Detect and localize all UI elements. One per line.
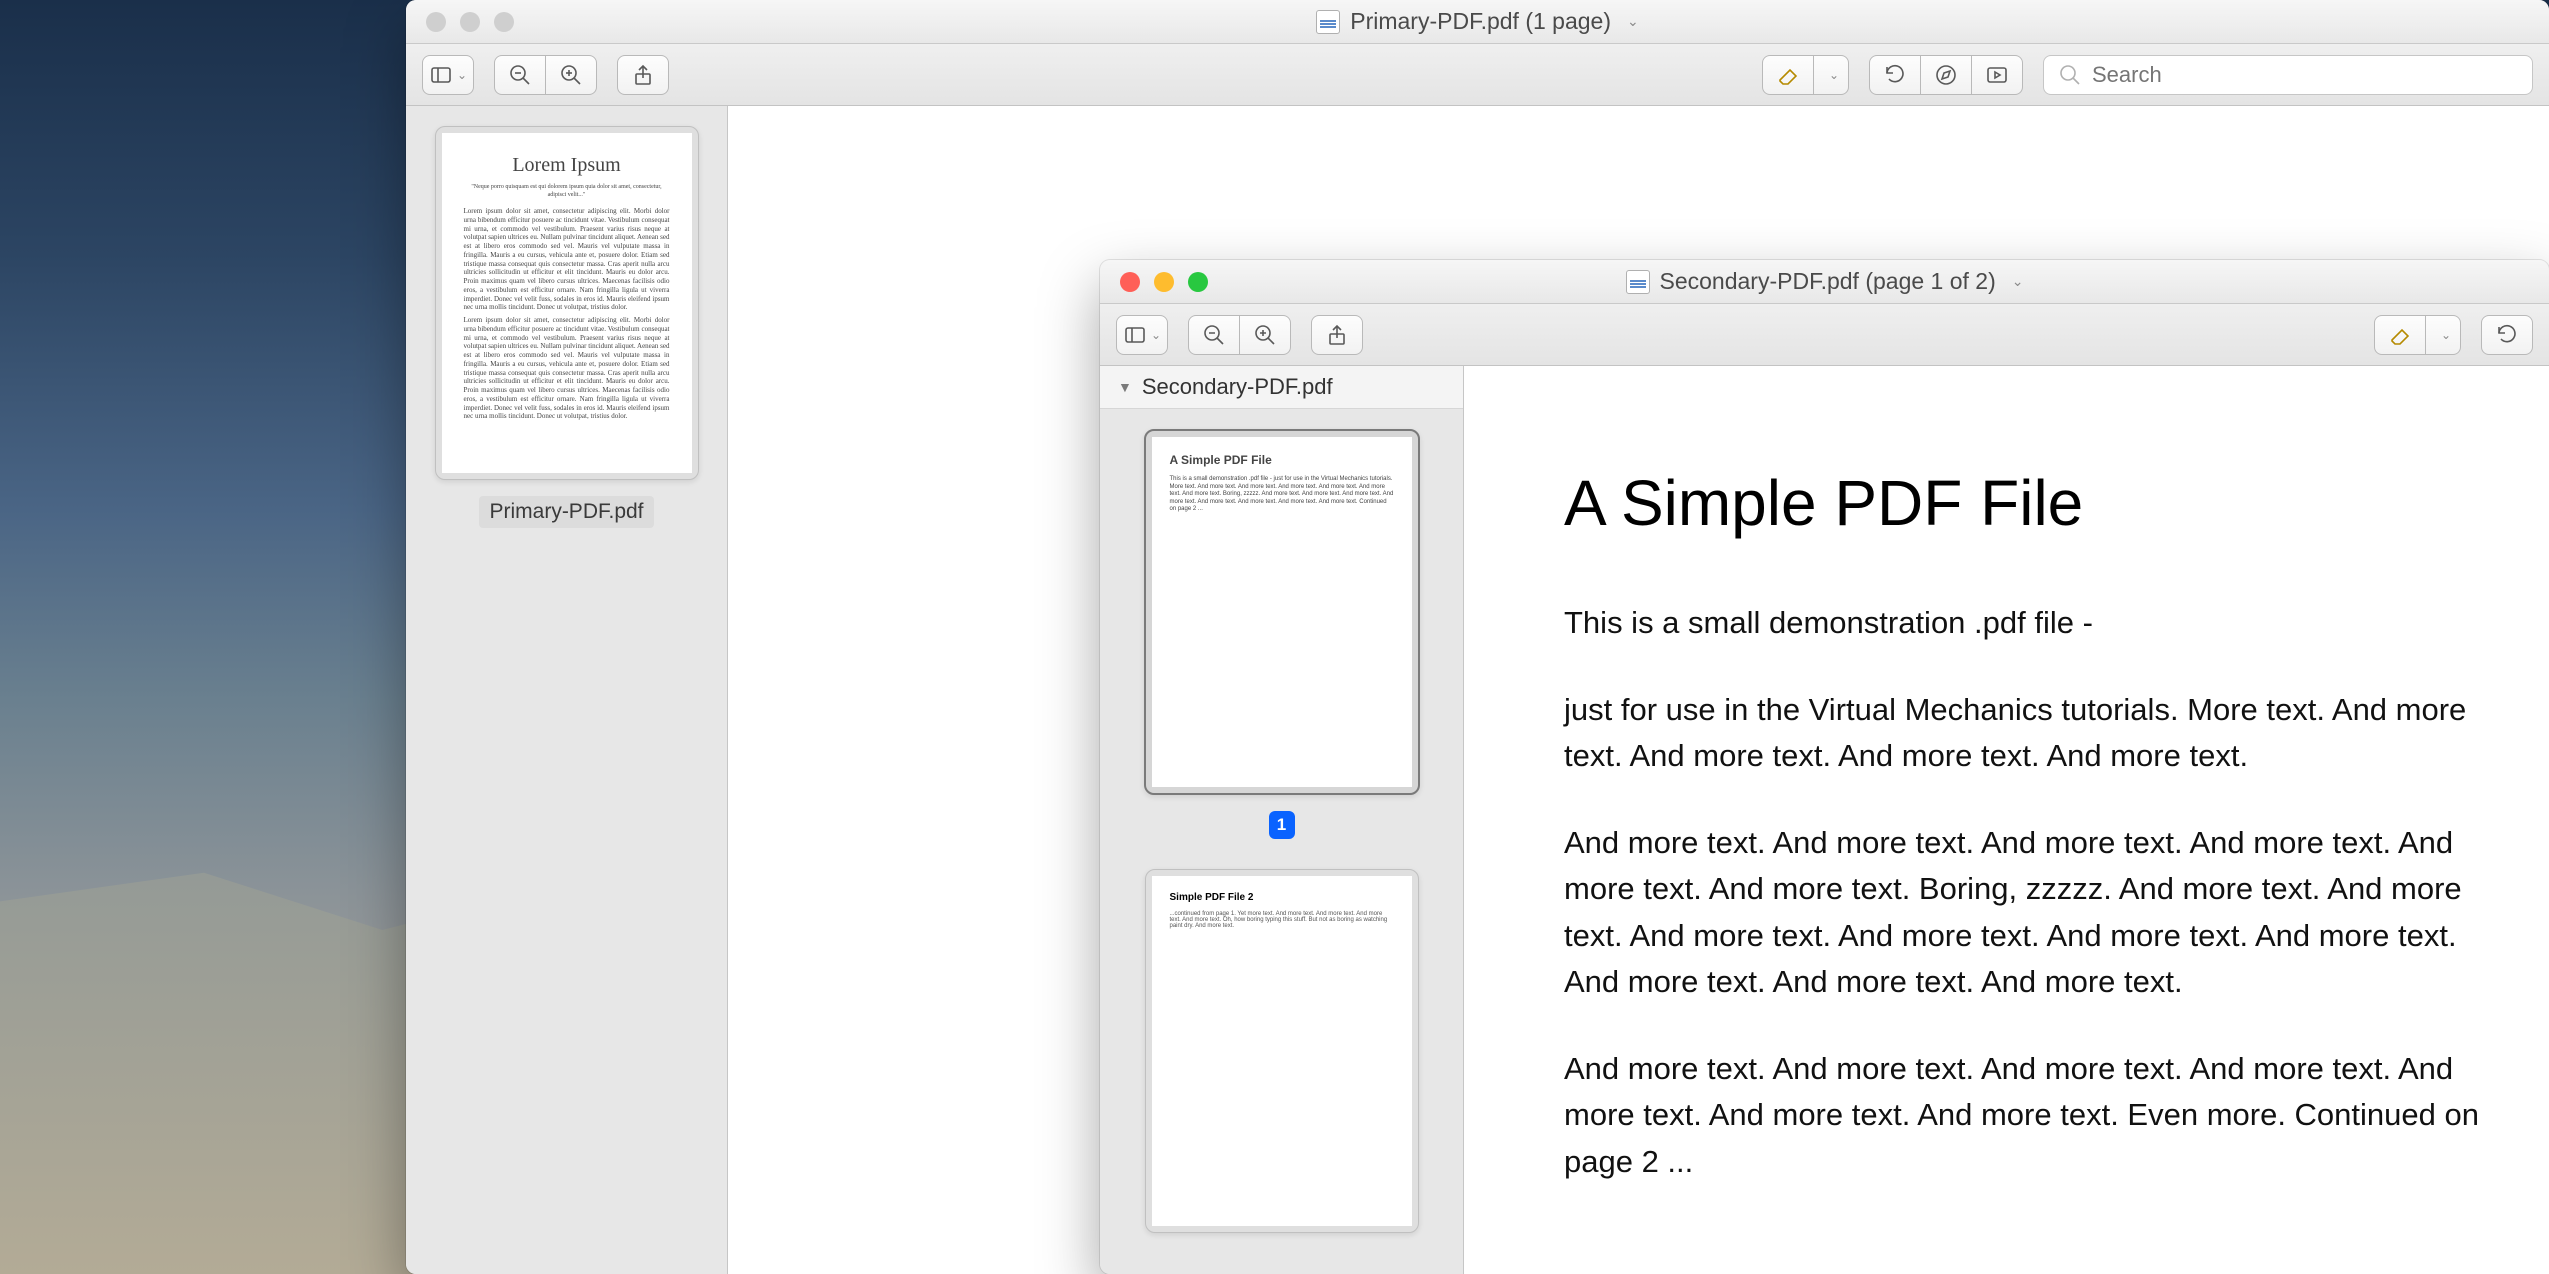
search-icon [2058, 63, 2082, 87]
sidebar-primary: Lorem Ipsum "Neque porro quisquam est qu… [406, 106, 728, 1274]
maximize-button[interactable] [1188, 272, 1208, 292]
window-secondary-pdf: Secondary-PDF.pdf (page 1 of 2) ⌄ ⌄ [1100, 260, 2549, 1274]
zoom-in-button[interactable] [545, 55, 597, 95]
highlight-button[interactable] [2374, 315, 2426, 355]
content-area-secondary: ▼ Secondary-PDF.pdf A Simple PDF File Th… [1100, 366, 2549, 1274]
thumb-body: Lorem ipsum dolor sit amet, consectetur … [464, 207, 670, 312]
traffic-lights [426, 12, 514, 32]
maximize-button[interactable] [494, 12, 514, 32]
thumbnail-page-1[interactable]: Lorem Ipsum "Neque porro quisquam est qu… [435, 126, 699, 480]
zoom-out-button[interactable] [494, 55, 546, 95]
close-button[interactable] [426, 12, 446, 32]
minimize-button[interactable] [1154, 272, 1174, 292]
document-paragraph: And more text. And more text. And more t… [1564, 820, 2499, 1006]
thumb-heading: A Simple PDF File [1170, 453, 1394, 468]
sidebar-secondary: ▼ Secondary-PDF.pdf A Simple PDF File Th… [1100, 366, 1464, 1274]
document-paragraph: And more text. And more text. And more t… [1564, 1046, 2499, 1186]
chevron-down-icon: ⌄ [2012, 273, 2024, 290]
sidebar-file-header[interactable]: ▼ Secondary-PDF.pdf [1100, 366, 1463, 409]
sidebar-toggle-button[interactable]: ⌄ [422, 55, 474, 95]
document-heading: A Simple PDF File [1564, 466, 2499, 540]
thumbnail-page-1[interactable]: A Simple PDF File This is a small demons… [1144, 429, 1420, 795]
thumb-tagline: "Neque porro quisquam est qui dolorem ip… [464, 184, 670, 199]
thumbnail-label: Primary-PDF.pdf [479, 496, 653, 528]
markup-button[interactable] [1920, 55, 1972, 95]
window-title: Primary-PDF.pdf (1 page) [1350, 8, 1611, 35]
toolbar-primary: ⌄ ⌄ [406, 44, 2549, 106]
chevron-down-icon: ⌄ [1829, 68, 1839, 82]
zoom-in-button[interactable] [1239, 315, 1291, 355]
search-input[interactable] [2092, 62, 2518, 88]
slideshow-button[interactable] [1971, 55, 2023, 95]
chevron-down-icon: ⌄ [457, 68, 467, 82]
thumbnail-page-2[interactable]: Simple PDF File 2 ...continued from page… [1145, 869, 1419, 1233]
thumb-body: ...continued from page 1. Yet more text.… [1170, 911, 1394, 929]
minimize-button[interactable] [460, 12, 480, 32]
window-title: Secondary-PDF.pdf (page 1 of 2) [1660, 268, 1996, 295]
share-button[interactable] [1311, 315, 1363, 355]
thumb-heading: Simple PDF File 2 [1170, 892, 1394, 903]
document-icon [1626, 270, 1650, 294]
thumb-body: Lorem ipsum dolor sit amet, consectetur … [464, 316, 670, 421]
thumbnail-content: Simple PDF File 2 ...continued from page… [1152, 876, 1412, 1226]
thumb-heading: Lorem Ipsum [464, 153, 670, 178]
traffic-lights [1120, 272, 1208, 292]
thumb-body: This is a small demonstration .pdf file … [1170, 476, 1394, 514]
page-number-badge: 1 [1269, 811, 1295, 839]
disclosure-triangle-icon[interactable]: ▼ [1118, 379, 1132, 395]
highlight-menu-button[interactable]: ⌄ [1813, 55, 1849, 95]
highlight-menu-button[interactable]: ⌄ [2425, 315, 2461, 355]
titlebar-primary[interactable]: Primary-PDF.pdf (1 page) ⌄ [406, 0, 2549, 44]
zoom-out-button[interactable] [1188, 315, 1240, 355]
search-field[interactable] [2043, 55, 2533, 95]
window-title-group[interactable]: Primary-PDF.pdf (1 page) ⌄ [1316, 8, 1638, 35]
rotate-button[interactable] [2481, 315, 2533, 355]
chevron-down-icon: ⌄ [2441, 328, 2451, 342]
document-paragraph: just for use in the Virtual Mechanics tu… [1564, 687, 2499, 780]
titlebar-secondary[interactable]: Secondary-PDF.pdf (page 1 of 2) ⌄ [1100, 260, 2549, 304]
thumbnail-content: A Simple PDF File This is a small demons… [1152, 437, 1412, 787]
rotate-button[interactable] [1869, 55, 1921, 95]
window-title-group[interactable]: Secondary-PDF.pdf (page 1 of 2) ⌄ [1626, 268, 2024, 295]
share-button[interactable] [617, 55, 669, 95]
chevron-down-icon: ⌄ [1151, 328, 1161, 342]
toolbar-secondary: ⌄ ⌄ [1100, 304, 2549, 366]
thumbnail-content: Lorem Ipsum "Neque porro quisquam est qu… [442, 133, 692, 473]
highlight-button[interactable] [1762, 55, 1814, 95]
document-view-secondary[interactable]: A Simple PDF File This is a small demons… [1464, 366, 2549, 1274]
document-icon [1316, 10, 1340, 34]
sidebar-file-name: Secondary-PDF.pdf [1142, 374, 1333, 400]
sidebar-toggle-button[interactable]: ⌄ [1116, 315, 1168, 355]
close-button[interactable] [1120, 272, 1140, 292]
document-paragraph: This is a small demonstration .pdf file … [1564, 600, 2499, 647]
chevron-down-icon: ⌄ [1627, 13, 1639, 30]
